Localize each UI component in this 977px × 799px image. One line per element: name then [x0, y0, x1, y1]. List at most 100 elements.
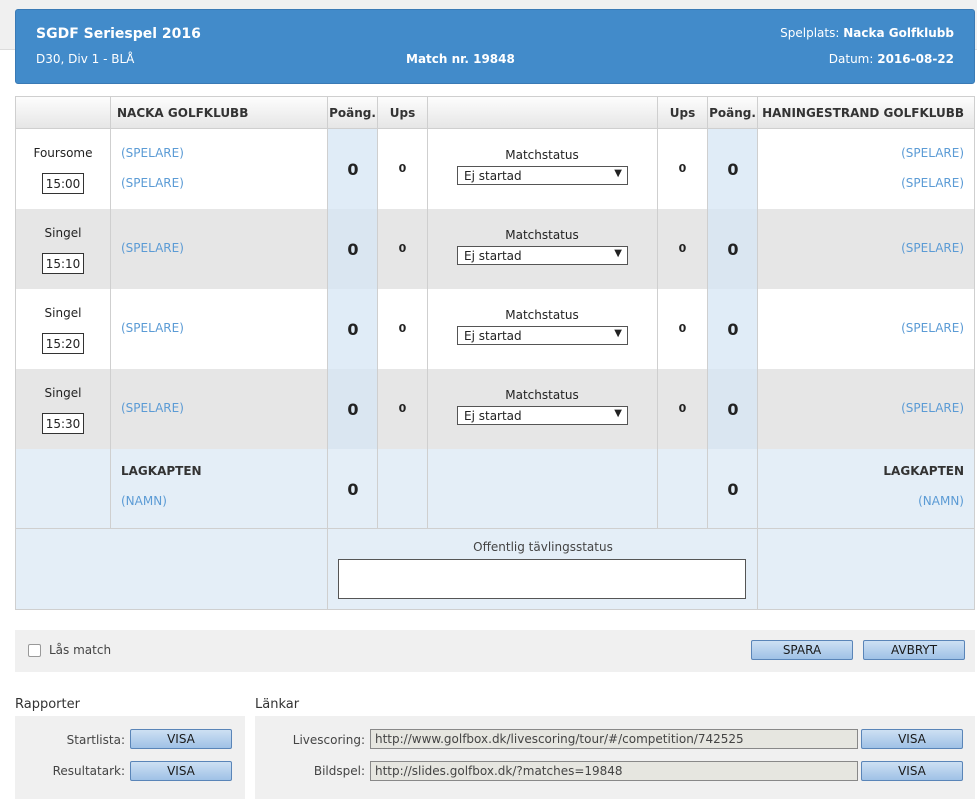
away-player-link[interactable]: (SPELARE)	[901, 146, 964, 160]
match-type: Singel	[44, 386, 82, 400]
match-row-foursome: Foursome 15:00 (SPELARE) (SPELARE) 0 0 M…	[16, 129, 974, 209]
start-list-view-button[interactable]: VISA	[130, 729, 232, 749]
away-points: 0	[727, 160, 739, 179]
links-title: Länkar	[255, 697, 300, 712]
column-divider	[757, 97, 758, 609]
public-status-row: Offentlig tävlingsstatus	[16, 529, 974, 609]
matchstatus-label: Matchstatus	[505, 148, 579, 162]
tee-time-input[interactable]: 15:00	[42, 173, 84, 194]
livescoring-label: Livescoring:	[292, 733, 365, 747]
away-ups: 0	[678, 162, 687, 175]
home-ups: 0	[398, 402, 407, 415]
action-bar: Lås match SPARA AVBRYT	[15, 630, 975, 672]
home-captain-label: LAGKAPTEN	[121, 464, 202, 478]
home-ups: 0	[398, 242, 407, 255]
home-ups: 0	[398, 322, 407, 335]
lock-match-checkbox[interactable]	[28, 644, 41, 657]
venue-name: Nacka Golfklubb	[843, 26, 954, 40]
away-ups: 0	[678, 322, 687, 335]
date-label: Datum:	[828, 52, 874, 66]
result-sheet-view-button[interactable]: VISA	[130, 761, 232, 781]
start-list-label: Startlista:	[66, 733, 125, 747]
away-total-points: 0	[727, 480, 739, 499]
tee-time-input[interactable]: 15:20	[42, 333, 84, 354]
home-player-link[interactable]: (SPELARE)	[121, 146, 184, 160]
column-divider	[427, 97, 428, 529]
home-player-link[interactable]: (SPELARE)	[121, 241, 184, 255]
home-ups-header: Ups	[378, 97, 427, 129]
home-points-header: Poäng.	[328, 97, 377, 129]
tee-time-input[interactable]: 15:10	[42, 253, 84, 274]
home-captain-link[interactable]: (NAMN)	[121, 494, 167, 508]
header-blank-type	[16, 97, 110, 129]
match-grid: NACKA GOLFKLUBB Poäng. Ups Ups Poäng. HA…	[15, 96, 975, 610]
home-player-link[interactable]: (SPELARE)	[121, 321, 184, 335]
away-ups: 0	[678, 242, 687, 255]
match-type: Singel	[44, 226, 82, 240]
column-divider	[657, 97, 658, 529]
away-player-link[interactable]: (SPELARE)	[901, 241, 964, 255]
away-points: 0	[727, 320, 739, 339]
venue-label: Spelplats:	[780, 26, 840, 40]
matchstatus-select[interactable]: Ej startad ▼	[457, 246, 628, 265]
tee-time-input[interactable]: 15:30	[42, 413, 84, 434]
away-team-header: HANINGESTRAND GOLFKLUBB	[758, 97, 974, 129]
home-ups: 0	[398, 162, 407, 175]
away-player-link[interactable]: (SPELARE)	[901, 321, 964, 335]
matchstatus-select[interactable]: Ej startad ▼	[457, 326, 628, 345]
column-divider	[707, 97, 708, 529]
cancel-button[interactable]: AVBRYT	[863, 640, 965, 660]
home-team-header: NACKA GOLFKLUBB	[111, 97, 327, 129]
save-button[interactable]: SPARA	[751, 640, 853, 660]
matchstatus-value: Ej startad	[464, 328, 522, 343]
matchstatus-select[interactable]: Ej startad ▼	[457, 406, 628, 425]
public-status-label: Offentlig tävlingsstatus	[473, 540, 613, 554]
matchstatus-select[interactable]: Ej startad ▼	[457, 166, 628, 185]
matchstatus-value: Ej startad	[464, 408, 522, 423]
match-number: Match nr. 19848	[406, 52, 515, 66]
livescoring-url-field[interactable]: http://www.golfbox.dk/livescoring/tour/#…	[370, 729, 858, 749]
match-date: Datum: 2016-08-22	[829, 52, 954, 66]
away-points: 0	[727, 240, 739, 259]
away-player-link[interactable]: (SPELARE)	[901, 401, 964, 415]
slideshow-label: Bildspel:	[313, 764, 365, 778]
home-points: 0	[347, 320, 359, 339]
reports-title: Rapporter	[15, 697, 80, 712]
captain-row: LAGKAPTEN (NAMN) 0 0 LAGKAPTEN (NAMN)	[16, 449, 974, 529]
match-type: Singel	[44, 306, 82, 320]
match-row-singel-1: Singel 15:10 (SPELARE) 0 0 Matchstatus E…	[16, 209, 974, 289]
dropdown-arrow-icon: ▼	[614, 168, 622, 179]
header-blank-status	[428, 97, 657, 129]
lock-match-label[interactable]: Lås match	[49, 643, 111, 657]
dropdown-arrow-icon: ▼	[614, 328, 622, 339]
slideshow-url-field[interactable]: http://slides.golfbox.dk/?matches=19848	[370, 761, 858, 781]
matchstatus-label: Matchstatus	[505, 388, 579, 402]
matchstatus-label: Matchstatus	[505, 308, 579, 322]
dropdown-arrow-icon: ▼	[614, 408, 622, 419]
away-captain-link[interactable]: (NAMN)	[918, 494, 964, 508]
match-type: Foursome	[33, 146, 93, 160]
away-points-header: Poäng.	[708, 97, 757, 129]
home-player-link[interactable]: (SPELARE)	[121, 401, 184, 415]
division-label: D30, Div 1 - BLÅ	[36, 52, 135, 66]
livescoring-view-button[interactable]: VISA	[861, 729, 963, 749]
links-panel: Livescoring: http://www.golfbox.dk/lives…	[255, 716, 975, 799]
home-player-link[interactable]: (SPELARE)	[121, 176, 184, 190]
slideshow-view-button[interactable]: VISA	[861, 761, 963, 781]
match-header: SGDF Seriespel 2016 D30, Div 1 - BLÅ Mat…	[15, 9, 975, 84]
home-points: 0	[347, 240, 359, 259]
result-sheet-label: Resultatark:	[52, 764, 125, 778]
away-ups: 0	[678, 402, 687, 415]
home-points: 0	[347, 400, 359, 419]
away-captain-label: LAGKAPTEN	[883, 464, 964, 478]
away-player-link[interactable]: (SPELARE)	[901, 176, 964, 190]
matchstatus-value: Ej startad	[464, 168, 522, 183]
home-points: 0	[347, 160, 359, 179]
home-total-points: 0	[347, 480, 359, 499]
column-divider	[327, 97, 328, 609]
column-divider	[110, 97, 111, 529]
away-points: 0	[727, 400, 739, 419]
row-divider	[16, 528, 974, 529]
venue: Spelplats: Nacka Golfklubb	[780, 26, 954, 40]
public-status-textarea[interactable]	[338, 559, 746, 599]
